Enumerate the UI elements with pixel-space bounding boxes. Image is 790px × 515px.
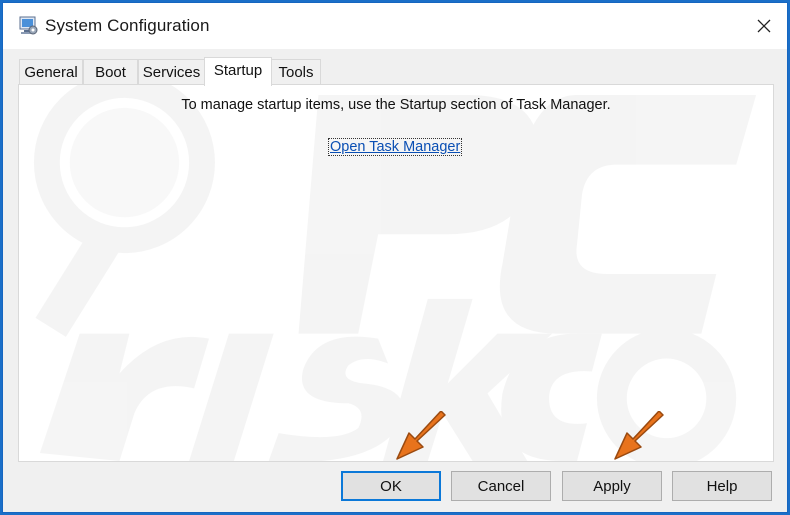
startup-panel: To manage startup items, use the Startup… bbox=[18, 84, 774, 462]
ok-label: OK bbox=[380, 477, 402, 495]
ok-button[interactable]: OK bbox=[341, 471, 441, 501]
tab-general[interactable]: General bbox=[19, 59, 83, 85]
help-label: Help bbox=[706, 477, 738, 495]
apply-label: Apply bbox=[593, 477, 631, 495]
tab-label: Boot bbox=[95, 64, 126, 81]
orange-arrow-icon bbox=[614, 411, 664, 460]
orange-arrow-icon bbox=[396, 411, 446, 460]
tab-label: Startup bbox=[213, 62, 263, 79]
tab-label: Services bbox=[142, 64, 201, 81]
window-title: System Configuration bbox=[45, 16, 210, 35]
tab-tools[interactable]: Tools bbox=[271, 59, 321, 85]
close-icon bbox=[757, 19, 771, 33]
cancel-button[interactable]: Cancel bbox=[451, 471, 551, 501]
tab-boot[interactable]: Boot bbox=[83, 59, 138, 85]
tab-label: General bbox=[24, 64, 78, 81]
tab-startup[interactable]: Startup bbox=[204, 57, 272, 86]
title-bar[interactable]: System Configuration bbox=[3, 3, 787, 49]
close-button[interactable] bbox=[741, 3, 787, 49]
apply-button[interactable]: Apply bbox=[562, 471, 662, 501]
cancel-label: Cancel bbox=[477, 477, 525, 495]
startup-info-text: To manage startup items, use the Startup… bbox=[181, 97, 611, 113]
msconfig-icon bbox=[19, 16, 38, 35]
open-task-manager-link[interactable]: Open Task Manager bbox=[327, 138, 463, 156]
tab-label: Tools bbox=[278, 64, 314, 81]
help-button[interactable]: Help bbox=[672, 471, 772, 501]
tab-services[interactable]: Services bbox=[138, 59, 205, 85]
system-configuration-window: System Configuration General Boot Servic… bbox=[2, 2, 788, 513]
